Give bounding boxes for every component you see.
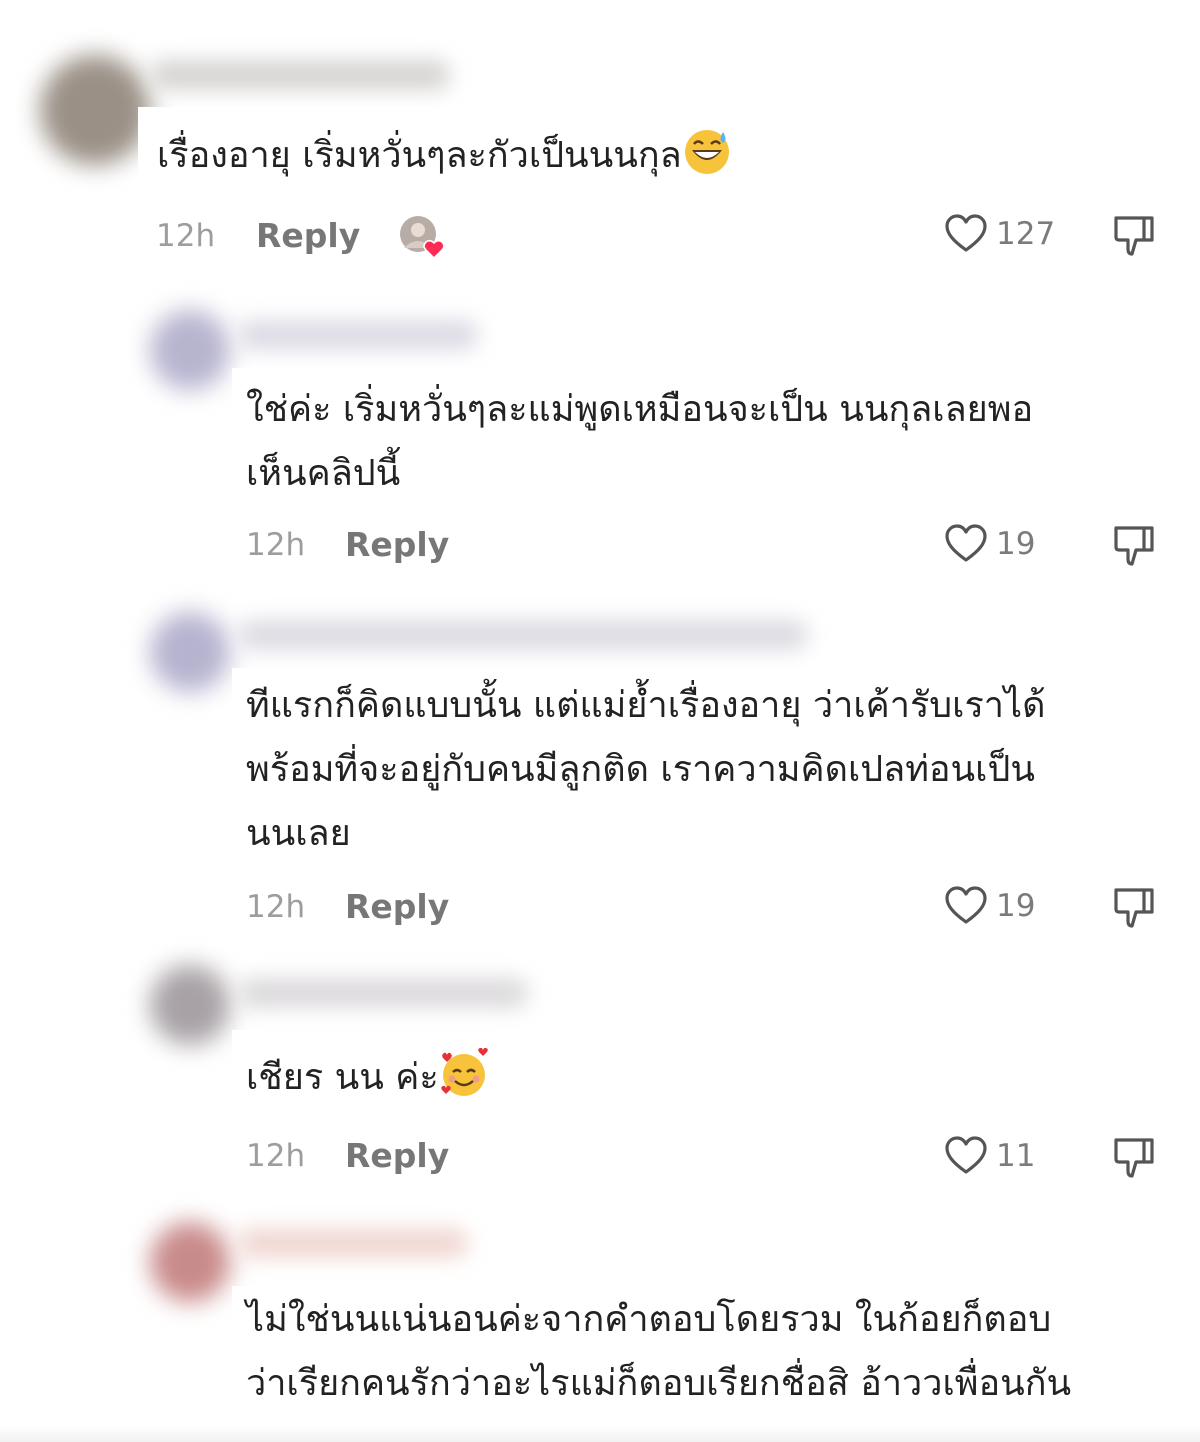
comment-text: ใช่ค่ะ เริ่มหวั่นๆละแม่พูดเหมือนจะเป็น น… [246,378,1033,506]
comment-text: ทีแรกก็คิดแบบนั้น แต่แม่ย้ำเรื่องอายุ ว่… [246,674,1046,866]
comment-text: เรื่องอายุ เริ่มหวั่นๆละกัวเป็นนนกุล [157,124,732,188]
like-count: 11 [996,1138,1035,1174]
username-blurred[interactable] [238,320,478,350]
username-blurred[interactable] [238,1228,468,1258]
heart-outline-icon [944,524,988,564]
reply-button[interactable]: Reply [345,1136,449,1175]
heart-outline-icon [944,214,988,254]
username-blurred[interactable] [150,60,450,90]
comment-time: 12h [156,218,215,254]
smiling-face-with-hearts-emoji-icon [439,1048,489,1098]
avatar[interactable] [150,1222,230,1302]
scroll-edge [0,1425,1200,1442]
comment-text: ไม่ใช่นนแน่นอนค่ะจากคำตอบโดยรวม ในก้อยก็… [246,1288,1071,1416]
like-count: 19 [996,526,1035,562]
like-button[interactable]: 19 [944,886,1035,926]
thumb-down-outline-icon[interactable] [1112,1136,1156,1180]
avatar[interactable] [150,965,230,1045]
creator-liked-avatar-heart-icon [398,214,444,260]
like-button[interactable]: 19 [944,524,1035,564]
like-button[interactable]: 11 [944,1136,1035,1176]
heart-outline-icon [944,1136,988,1176]
like-count: 19 [996,888,1035,924]
comment-time: 12h [246,1138,305,1174]
reply-button[interactable]: Reply [345,887,449,926]
username-blurred[interactable] [238,978,528,1008]
comment-time: 12h [246,527,305,563]
avatar[interactable] [40,55,150,165]
grinning-sweat-emoji-icon [682,126,732,176]
reply-button[interactable]: Reply [256,216,360,255]
avatar[interactable] [150,310,230,390]
like-count: 127 [996,216,1055,252]
thumb-down-outline-icon[interactable] [1112,886,1156,930]
comment-text: เชียร นน ค่ะ [246,1046,489,1110]
avatar[interactable] [150,612,230,692]
thumb-down-outline-icon[interactable] [1112,214,1156,258]
comment-time: 12h [246,889,305,925]
heart-outline-icon [944,886,988,926]
thumb-down-outline-icon[interactable] [1112,524,1156,568]
like-button[interactable]: 127 [944,214,1055,254]
username-blurred[interactable] [238,620,808,650]
reply-button[interactable]: Reply [345,525,449,564]
